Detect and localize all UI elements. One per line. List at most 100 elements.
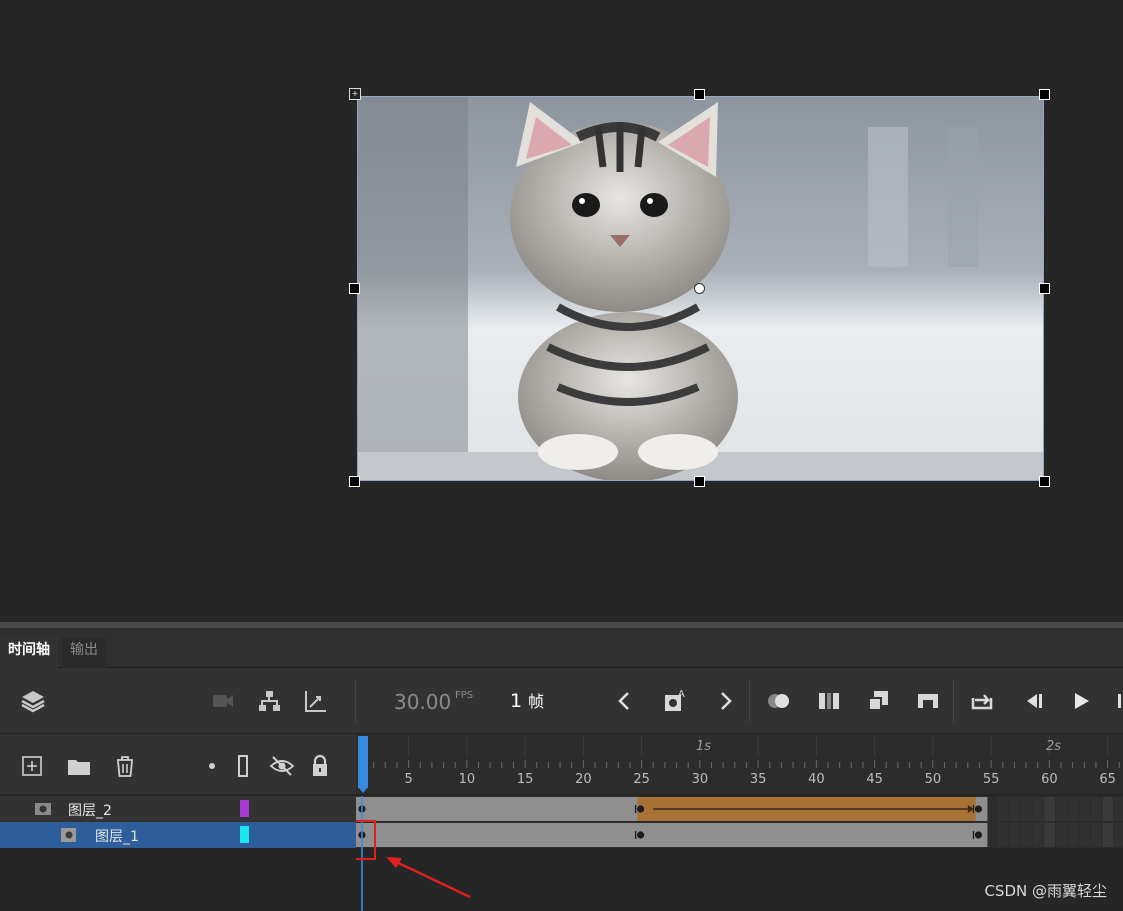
new-layer-icon[interactable] bbox=[18, 752, 46, 780]
playhead-marker[interactable] bbox=[358, 736, 368, 788]
edit-multiple-frames-icon[interactable] bbox=[814, 686, 844, 716]
loop-playback-icon[interactable] bbox=[967, 686, 997, 716]
empty-frame-cell bbox=[997, 797, 1009, 821]
empty-frame-cell bbox=[1021, 797, 1032, 821]
eye-hidden-icon[interactable] bbox=[268, 752, 296, 780]
ruler-frame-number: 25 bbox=[633, 772, 650, 787]
loop-range-icon[interactable] bbox=[913, 686, 943, 716]
layer-visibility-icon[interactable] bbox=[34, 801, 52, 817]
annotation-arrow-line bbox=[389, 857, 471, 899]
empty-frame-cell bbox=[1114, 797, 1123, 821]
insert-frame-icon[interactable] bbox=[864, 686, 894, 716]
registration-mark-icon: + bbox=[349, 88, 361, 100]
stage-canvas[interactable]: + bbox=[0, 0, 1123, 622]
graph-icon[interactable] bbox=[301, 686, 331, 716]
empty-frame-cell bbox=[1044, 823, 1055, 847]
layer-color-swatch[interactable] bbox=[240, 800, 249, 817]
transform-handle-bottom[interactable] bbox=[694, 476, 705, 487]
keyframe-dot bbox=[974, 831, 983, 839]
empty-frame-cell bbox=[1090, 823, 1102, 847]
camera-icon[interactable] bbox=[208, 686, 238, 716]
current-frame-value[interactable]: 1 bbox=[510, 690, 522, 712]
transform-pivot-point[interactable] bbox=[694, 283, 705, 294]
toolbar-separator bbox=[355, 680, 356, 722]
transform-handle-top-right[interactable] bbox=[1039, 89, 1050, 100]
tab-timeline[interactable]: 时间轴 bbox=[0, 638, 58, 668]
empty-frame-cell bbox=[997, 823, 1009, 847]
transform-handle-bottom-right[interactable] bbox=[1039, 476, 1050, 487]
panel-tab-bar: 时间轴 输出 bbox=[0, 628, 1123, 668]
frame-span-static bbox=[356, 797, 638, 821]
trash-icon[interactable] bbox=[111, 752, 139, 780]
frame-unit-label: 帧 bbox=[528, 692, 545, 711]
layer-name[interactable]: 图层_2 bbox=[68, 800, 112, 820]
ruler-frame-number: 60 bbox=[1041, 772, 1058, 787]
empty-frame-cell bbox=[1067, 823, 1079, 847]
watermark: CSDN @雨翼轻尘 bbox=[984, 882, 1107, 900]
transform-handle-bottom-left[interactable] bbox=[349, 476, 360, 487]
fps-value[interactable]: 30.00 bbox=[394, 690, 451, 714]
empty-frame-cell bbox=[1079, 823, 1090, 847]
fps-unit-label: FPS bbox=[455, 690, 474, 701]
layers-icon[interactable] bbox=[18, 686, 48, 716]
layer-type-icon[interactable] bbox=[60, 827, 78, 843]
highlight-layers-dot-icon[interactable] bbox=[198, 752, 226, 780]
layer-row-2[interactable]: 图层_2 bbox=[0, 796, 356, 822]
ruler-second-label: 1s bbox=[696, 739, 712, 754]
lock-icon[interactable] bbox=[306, 752, 334, 780]
svg-text:A: A bbox=[678, 689, 685, 700]
empty-frame-cell bbox=[1102, 823, 1114, 847]
layer-row-1[interactable]: 图层_1 bbox=[0, 822, 356, 848]
empty-frame-cell bbox=[1079, 797, 1090, 821]
play-icon[interactable] bbox=[1066, 686, 1096, 716]
empty-frame-cell bbox=[1021, 823, 1032, 847]
empty-frame-cell bbox=[1056, 797, 1067, 821]
toolbar-separator bbox=[953, 680, 954, 722]
auto-keyframe-icon[interactable]: A bbox=[660, 686, 690, 716]
transform-handle-left[interactable] bbox=[349, 283, 360, 294]
ruler-frame-number: 30 bbox=[691, 772, 709, 787]
empty-frame-cell bbox=[1009, 823, 1021, 847]
frame-span-static bbox=[356, 823, 988, 847]
timeline-ruler[interactable]: 1s 2s 5 10 15 20 25 30 35 40 45 50 55 60 65 bbox=[356, 734, 1123, 794]
ruler-frame-number: 65 bbox=[1099, 772, 1116, 787]
transform-handle-right[interactable] bbox=[1039, 283, 1050, 294]
layer-color-swatch[interactable] bbox=[240, 826, 249, 843]
toolbar-separator bbox=[749, 680, 750, 722]
empty-frame-cell bbox=[1114, 823, 1123, 847]
empty-frame-cell bbox=[1102, 797, 1114, 821]
ruler-frame-number: 10 bbox=[458, 772, 476, 787]
ruler-frame-number: 20 bbox=[575, 772, 592, 787]
ruler-frame-number: 55 bbox=[982, 772, 1000, 787]
ruler-frame-number: 45 bbox=[866, 772, 883, 787]
empty-frame-cell bbox=[1067, 797, 1079, 821]
empty-frame-cell bbox=[1090, 797, 1102, 821]
ruler-second-label: 2s bbox=[1046, 739, 1062, 754]
ruler-frame-number: 5 bbox=[404, 772, 413, 787]
tab-output[interactable]: 输出 bbox=[62, 638, 106, 668]
step-forward-icon[interactable] bbox=[1112, 686, 1123, 716]
layer-name[interactable]: 图层_1 bbox=[95, 826, 139, 846]
keyframe-dot bbox=[637, 831, 645, 839]
new-folder-icon[interactable] bbox=[65, 752, 93, 780]
step-back-icon[interactable] bbox=[1018, 686, 1048, 716]
transform-handle-top[interactable] bbox=[694, 89, 705, 100]
empty-frame-cell bbox=[1056, 823, 1067, 847]
ruler-frame-number: 15 bbox=[516, 772, 534, 787]
timeline-toolbar: 30.00 FPS 1 帧 A bbox=[0, 668, 1123, 734]
playhead-marker-tip bbox=[358, 787, 368, 793]
layer-controls bbox=[0, 734, 356, 794]
empty-frame-cell bbox=[1032, 797, 1044, 821]
empty-frame-cell bbox=[1009, 797, 1021, 821]
keyframe-dot bbox=[974, 805, 983, 813]
empty-frame-cell bbox=[1044, 797, 1055, 821]
empty-frame-cell bbox=[1032, 823, 1044, 847]
ruler-frame-number: 40 bbox=[808, 772, 825, 787]
outline-icon[interactable] bbox=[229, 752, 257, 780]
ruler-frame-number: 50 bbox=[924, 772, 942, 787]
chevron-right-icon[interactable] bbox=[710, 686, 740, 716]
layer-parenting-icon[interactable] bbox=[254, 686, 284, 716]
onion-skin-icon[interactable] bbox=[764, 686, 794, 716]
ruler-frame-number: 35 bbox=[749, 772, 767, 787]
chevron-left-icon[interactable] bbox=[610, 686, 640, 716]
